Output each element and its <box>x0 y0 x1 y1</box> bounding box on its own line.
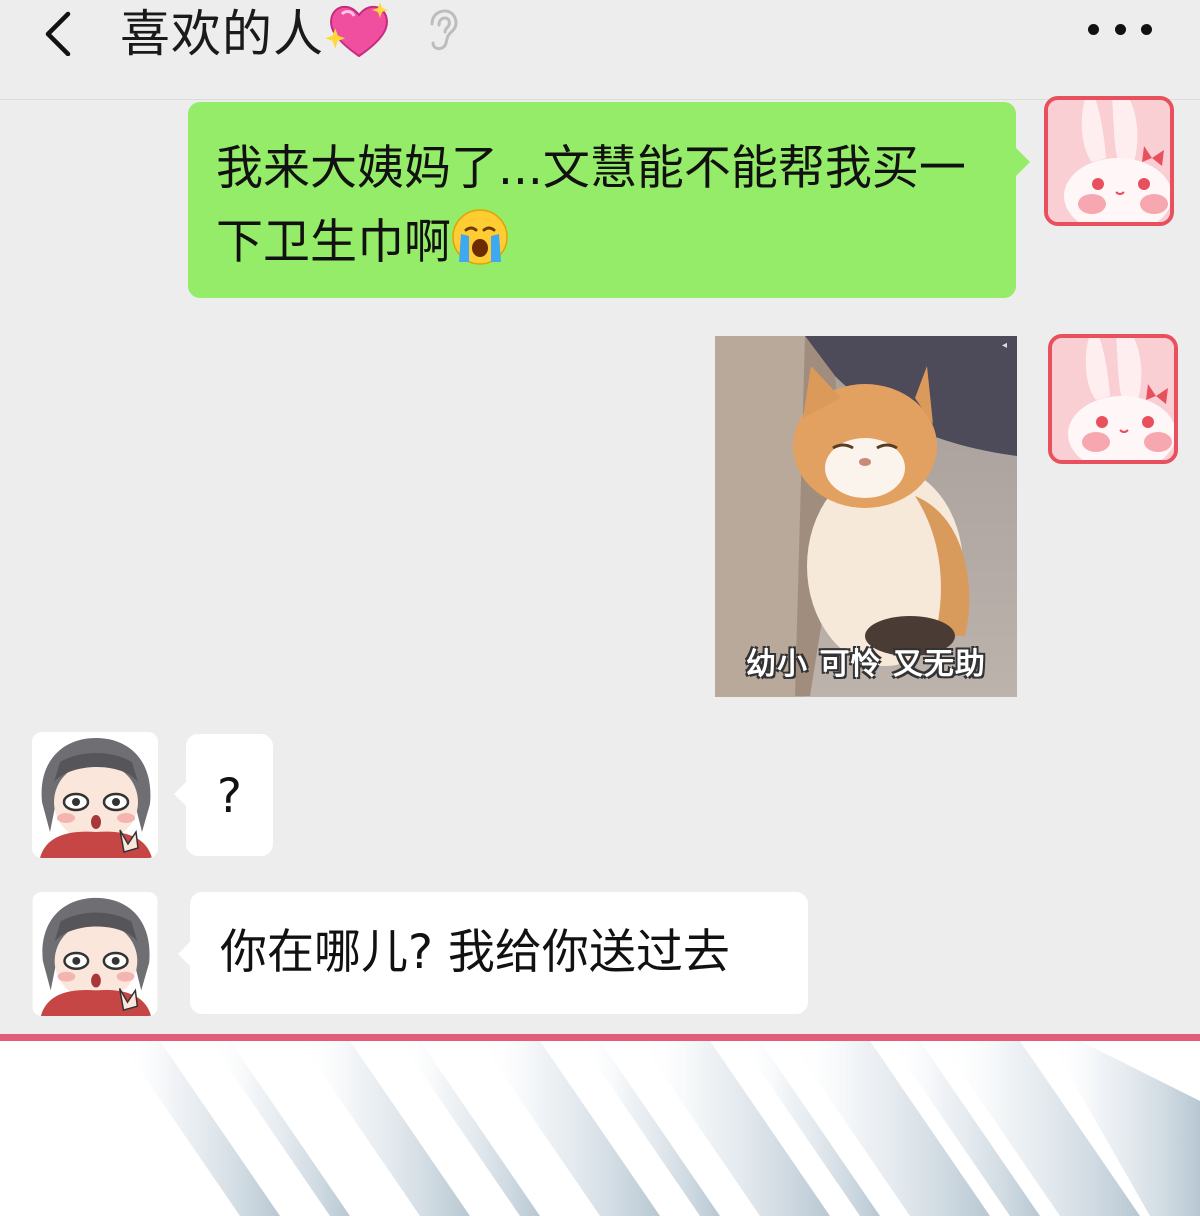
girl-avatar-icon <box>32 732 158 858</box>
crying-face-icon <box>452 209 508 265</box>
contact-name: 喜欢的人 <box>120 5 324 63</box>
diagonal-stripes-decoration <box>120 1041 1200 1216</box>
message-text: 我来大姨妈了...文慧能不能帮我买一下卫生巾啊 <box>216 132 996 280</box>
chevron-left-icon <box>45 11 71 57</box>
back-button[interactable] <box>34 6 84 57</box>
avatar-contact[interactable] <box>32 732 158 858</box>
received-message-bubble[interactable]: 你在哪儿? 我给你送过去 <box>190 892 808 1014</box>
sticker-caption: 幼小 可怜 又无助 <box>746 647 986 682</box>
sparkling-heart-icon <box>326 2 388 58</box>
more-dot <box>1088 23 1099 35</box>
bunny-avatar-icon <box>1052 338 1174 460</box>
avatar-self[interactable] <box>1048 334 1178 464</box>
bottom-decoration <box>0 1041 1200 1216</box>
bubble-tail <box>174 782 186 806</box>
more-options-button[interactable] <box>1088 14 1152 44</box>
cat-sticker[interactable]: ◂ 幼小 可怜 又无助 <box>715 336 1017 697</box>
more-dot <box>1114 23 1126 35</box>
message-text: 你在哪儿? 我给你送过去 <box>220 925 730 980</box>
more-dot <box>1141 23 1152 35</box>
avatar-contact[interactable] <box>32 892 158 1016</box>
sent-message-bubble[interactable]: 我来大姨妈了...文慧能不能帮我买一下卫生巾啊 <box>188 102 1016 298</box>
message-text-content: 我来大姨妈了...文慧能不能帮我买一下卫生巾啊 <box>216 141 966 270</box>
svg-text:◂: ◂ <box>1002 340 1007 351</box>
bubble-tail <box>178 942 190 966</box>
bubble-tail <box>1016 148 1030 176</box>
bunny-avatar-icon <box>1048 100 1170 222</box>
girl-avatar-icon <box>33 892 157 1016</box>
chat-title: 喜欢的人 <box>120 0 392 63</box>
avatar-self[interactable] <box>1044 96 1174 226</box>
chat-header: 喜欢的人 <box>0 0 1200 100</box>
received-message-bubble[interactable]: ? <box>186 734 273 856</box>
ear-icon[interactable] <box>424 8 458 52</box>
message-text: ? <box>217 769 242 824</box>
accent-divider <box>0 1034 1200 1041</box>
